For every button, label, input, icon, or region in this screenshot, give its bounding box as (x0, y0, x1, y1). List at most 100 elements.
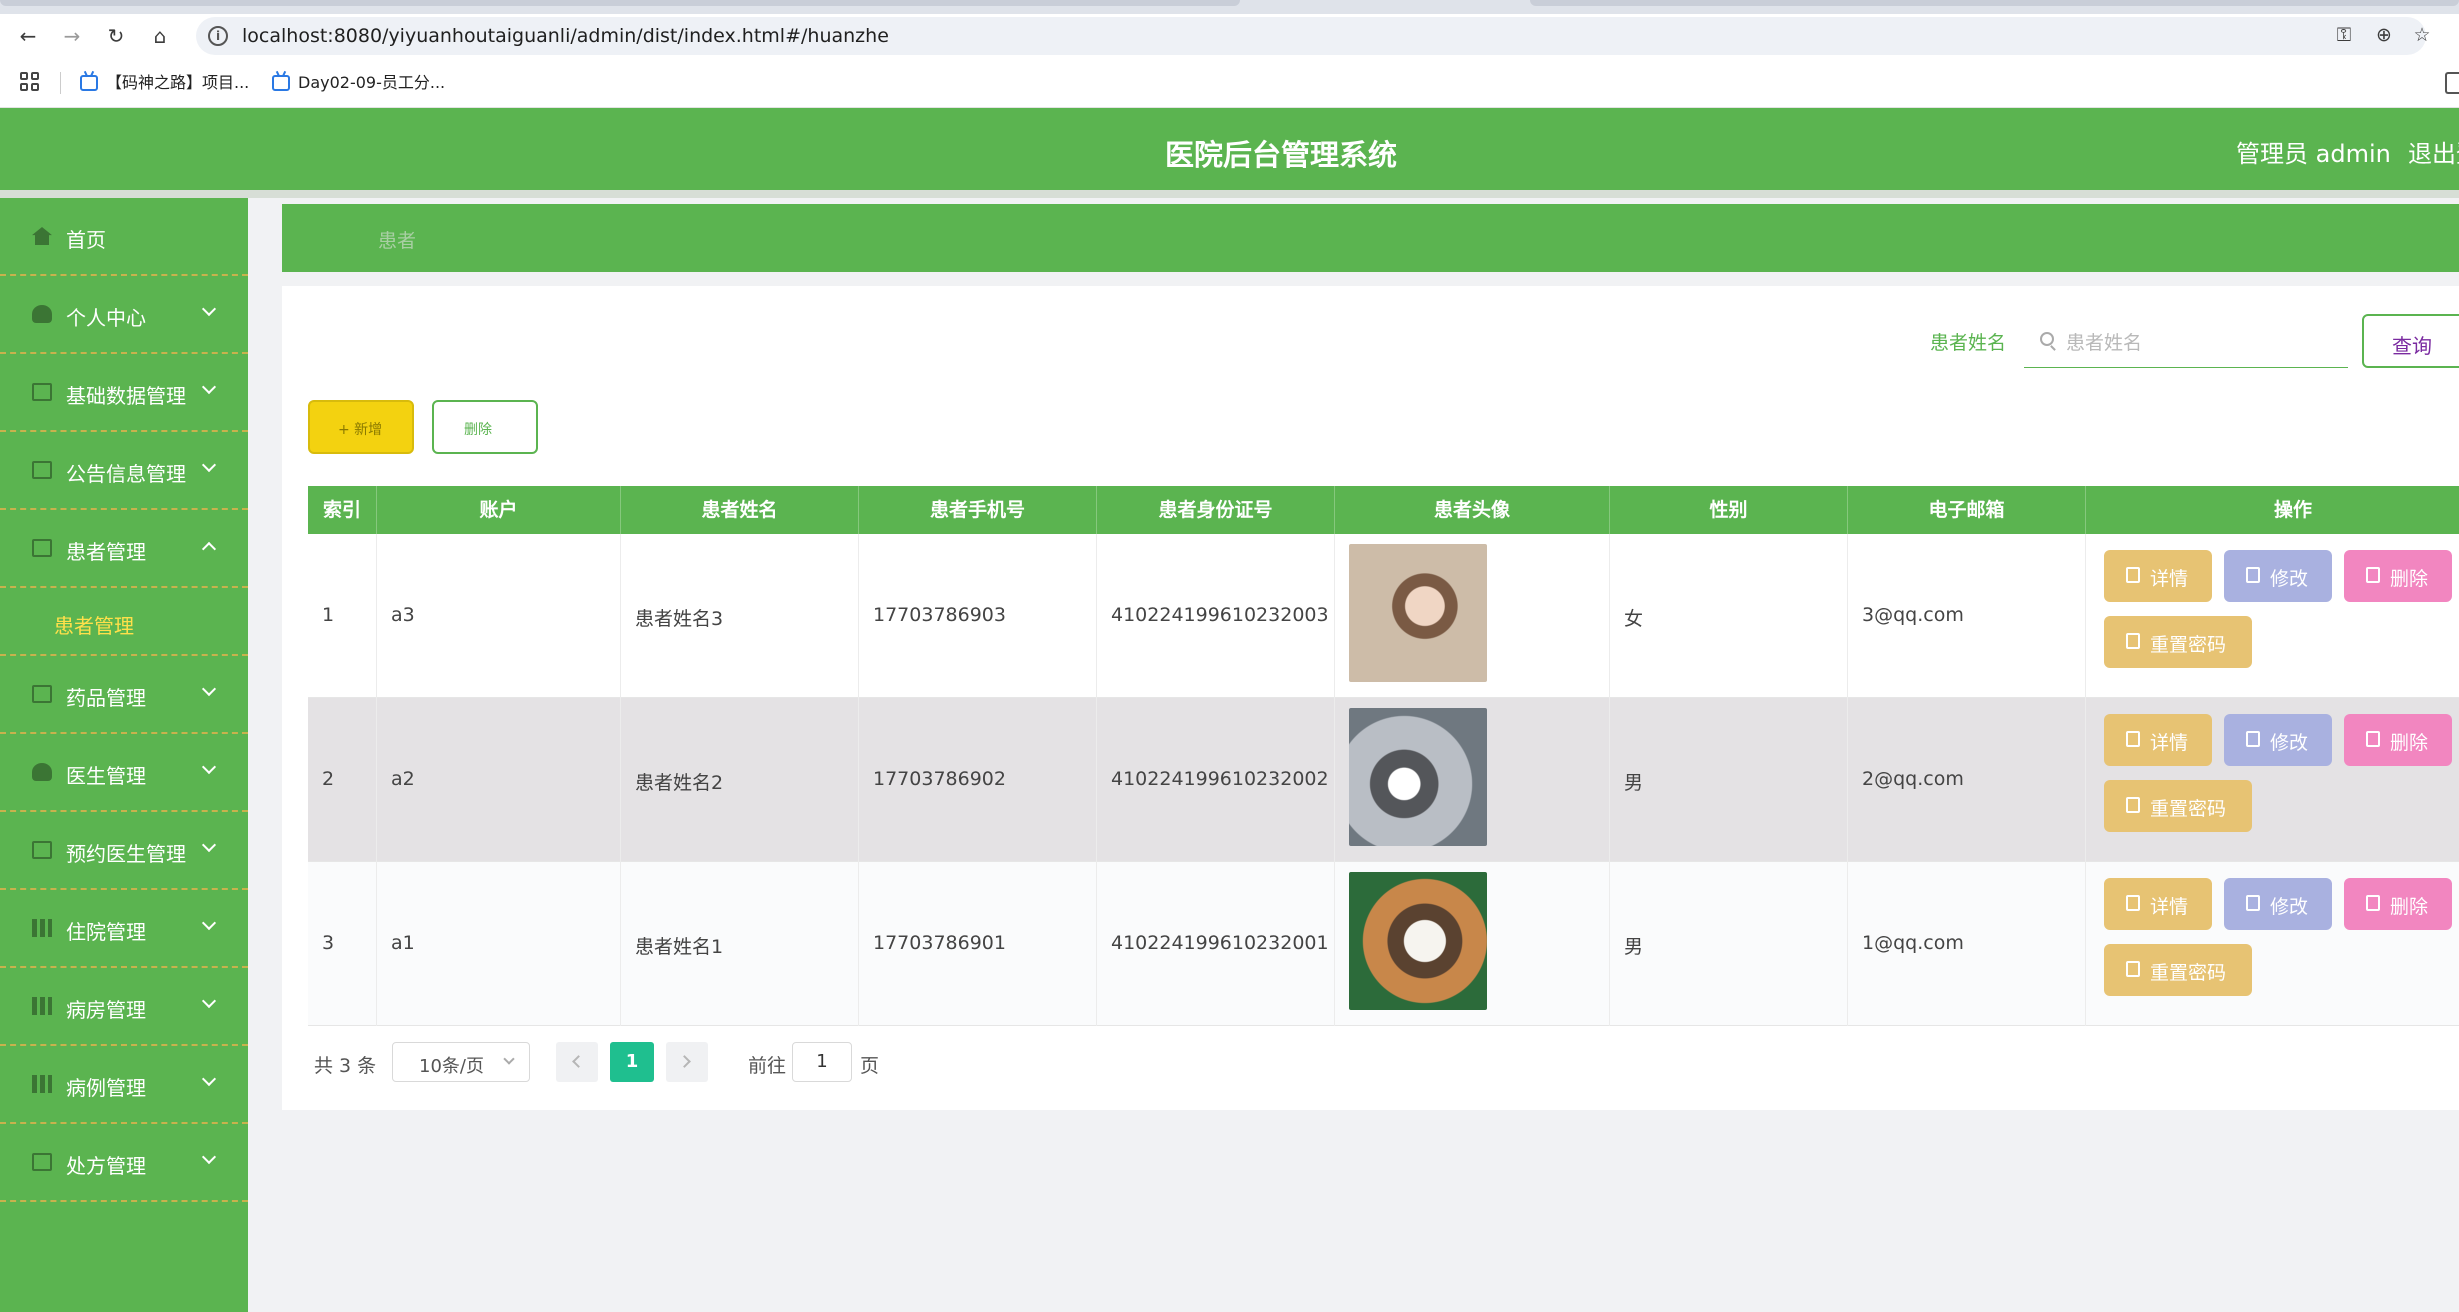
chevron-left-icon (572, 1055, 585, 1068)
cell-index: 3 (322, 932, 335, 954)
bookmark-item[interactable]: 【码神之路】项目... (80, 72, 249, 94)
table-row: 2 a2 患者姓名2 17703786902 41022419961023200… (308, 698, 2459, 862)
bookmark-label: Day02-09-员工分... (298, 73, 446, 92)
reset-password-button[interactable]: 重置密码 (2104, 944, 2252, 996)
sidebar-item-prescriptions[interactable]: 处方管理 (0, 1124, 248, 1202)
sidebar-item-patients[interactable]: 患者管理 (0, 510, 248, 588)
patient-icon (32, 539, 52, 557)
add-button-label: + 新增 (338, 422, 383, 438)
home-page-icon[interactable]: ⌂ (148, 24, 172, 48)
detail-button[interactable]: 详情 (2104, 878, 2212, 930)
page-number[interactable]: 1 (610, 1042, 654, 1082)
sidebar-item-basic-data[interactable]: 基础数据管理 (0, 354, 248, 432)
reset-icon (2126, 633, 2140, 649)
sidebar-item-label: 预约医生管理 (66, 842, 186, 866)
notice-icon (32, 461, 52, 479)
search-input[interactable]: 患者姓名 (2024, 312, 2348, 368)
cell-name: 患者姓名1 (635, 936, 724, 958)
sidebar-item-label: 处方管理 (66, 1154, 146, 1178)
page-size-select[interactable]: 10条/页 (392, 1042, 530, 1082)
reset-icon (2126, 961, 2140, 977)
cell-gender: 男 (1624, 772, 1644, 794)
add-button[interactable]: + 新增 (308, 400, 414, 454)
reload-icon[interactable]: ↻ (104, 24, 128, 48)
sidebar-item-hospitalization[interactable]: 住院管理 (0, 890, 248, 968)
chevron-down-icon (201, 1071, 217, 1087)
batch-delete-button[interactable]: 删除 (432, 400, 538, 454)
prev-page-button[interactable] (556, 1042, 598, 1082)
batch-delete-label: 删除 (464, 422, 492, 438)
bookmark-star-icon[interactable]: ☆ (2410, 24, 2434, 46)
reset-password-button[interactable]: 重置密码 (2104, 780, 2252, 832)
sidebar-item-personal-center[interactable]: 个人中心 (0, 276, 248, 354)
apps-grid-icon[interactable] (20, 72, 40, 92)
sidebar: 首页 个人中心 基础数据管理 公告信息管理 患者管理 患者管理 药品管理 医生管… (0, 198, 248, 1312)
forward-icon[interactable]: → (60, 24, 84, 48)
column-header: 患者身份证号 (1097, 486, 1335, 534)
sidebar-item-wards[interactable]: 病房管理 (0, 968, 248, 1046)
chevron-down-icon (201, 759, 217, 775)
site-info-icon[interactable]: i (208, 26, 228, 46)
column-header: 操作 (2273, 499, 2312, 521)
password-key-icon[interactable]: ⚿ (2332, 24, 2356, 46)
column-header: 患者姓名 (621, 486, 859, 534)
delete-label: 删除 (2390, 568, 2429, 590)
sidebar-item-label: 病房管理 (66, 998, 146, 1022)
query-button[interactable]: 查询 (2362, 314, 2459, 368)
zoom-icon[interactable]: ⊕ (2372, 24, 2396, 46)
reset-password-button[interactable]: 重置密码 (2104, 616, 2252, 668)
column-header: 性别 (1610, 486, 1848, 534)
delete-button[interactable]: 删除 (2344, 714, 2452, 766)
patient-avatar[interactable] (1349, 544, 1487, 682)
all-bookmarks-icon[interactable] (2445, 72, 2459, 94)
breadcrumb-current[interactable]: 患者 (378, 226, 416, 253)
address-bar[interactable]: i localhost:8080/yiyuanhoutaiguanli/admi… (196, 17, 2426, 55)
chevron-right-icon (678, 1055, 691, 1068)
app-title: 医院后台管理系统 (1164, 138, 1397, 172)
sidebar-item-doctors[interactable]: 医生管理 (0, 734, 248, 812)
chevron-down-icon (201, 681, 217, 697)
query-button-label: 查询 (2392, 334, 2432, 358)
cell-phone: 17703786902 (873, 768, 1006, 790)
edit-icon (2246, 731, 2260, 747)
table-row: 1 a3 患者姓名3 17703786903 41022419961023200… (308, 534, 2459, 698)
ward-icon (32, 997, 52, 1015)
edit-button[interactable]: 修改 (2224, 550, 2332, 602)
sidebar-item-appointments[interactable]: 预约医生管理 (0, 812, 248, 890)
cell-index: 1 (322, 604, 335, 626)
chevron-down-icon (201, 915, 217, 931)
patient-avatar[interactable] (1349, 872, 1487, 1010)
next-page-button[interactable] (666, 1042, 708, 1082)
edit-button[interactable]: 修改 (2224, 878, 2332, 930)
logout-link[interactable]: 退出登 (2408, 134, 2459, 169)
browser-tab[interactable] (0, 0, 1240, 6)
reset-label: 重置密码 (2150, 798, 2227, 820)
chevron-down-icon (201, 379, 217, 395)
cell-id-card: 410224199610232002 (1111, 768, 1329, 790)
goto-page-input[interactable]: 1 (792, 1042, 852, 1082)
sidebar-item-medicine[interactable]: 药品管理 (0, 656, 248, 734)
delete-label: 删除 (2390, 732, 2429, 754)
table-row: 3 a1 患者姓名1 17703786901 41022419961023200… (308, 862, 2459, 1026)
edit-button[interactable]: 修改 (2224, 714, 2332, 766)
browser-tab[interactable] (1530, 0, 2459, 6)
sidebar-subitem-patient-management[interactable]: 患者管理 (0, 588, 248, 656)
sidebar-item-label: 药品管理 (66, 686, 146, 710)
sidebar-subitem-label: 患者管理 (54, 614, 134, 638)
column-header: 电子邮箱 (1848, 486, 2086, 534)
sidebar-item-home[interactable]: 首页 (0, 198, 248, 276)
delete-label: 删除 (2390, 896, 2429, 918)
bookmarks-divider (60, 72, 61, 94)
sidebar-item-cases[interactable]: 病例管理 (0, 1046, 248, 1124)
detail-button[interactable]: 详情 (2104, 714, 2212, 766)
sidebar-item-notices[interactable]: 公告信息管理 (0, 432, 248, 510)
back-icon[interactable]: ← (16, 24, 40, 48)
reset-label: 重置密码 (2150, 634, 2227, 656)
user-icon (32, 305, 52, 323)
detail-button[interactable]: 详情 (2104, 550, 2212, 602)
delete-button[interactable]: 删除 (2344, 550, 2452, 602)
delete-button[interactable]: 删除 (2344, 878, 2452, 930)
data-icon (32, 383, 52, 401)
bookmark-item[interactable]: Day02-09-员工分... (272, 72, 445, 94)
patient-avatar[interactable] (1349, 708, 1487, 846)
